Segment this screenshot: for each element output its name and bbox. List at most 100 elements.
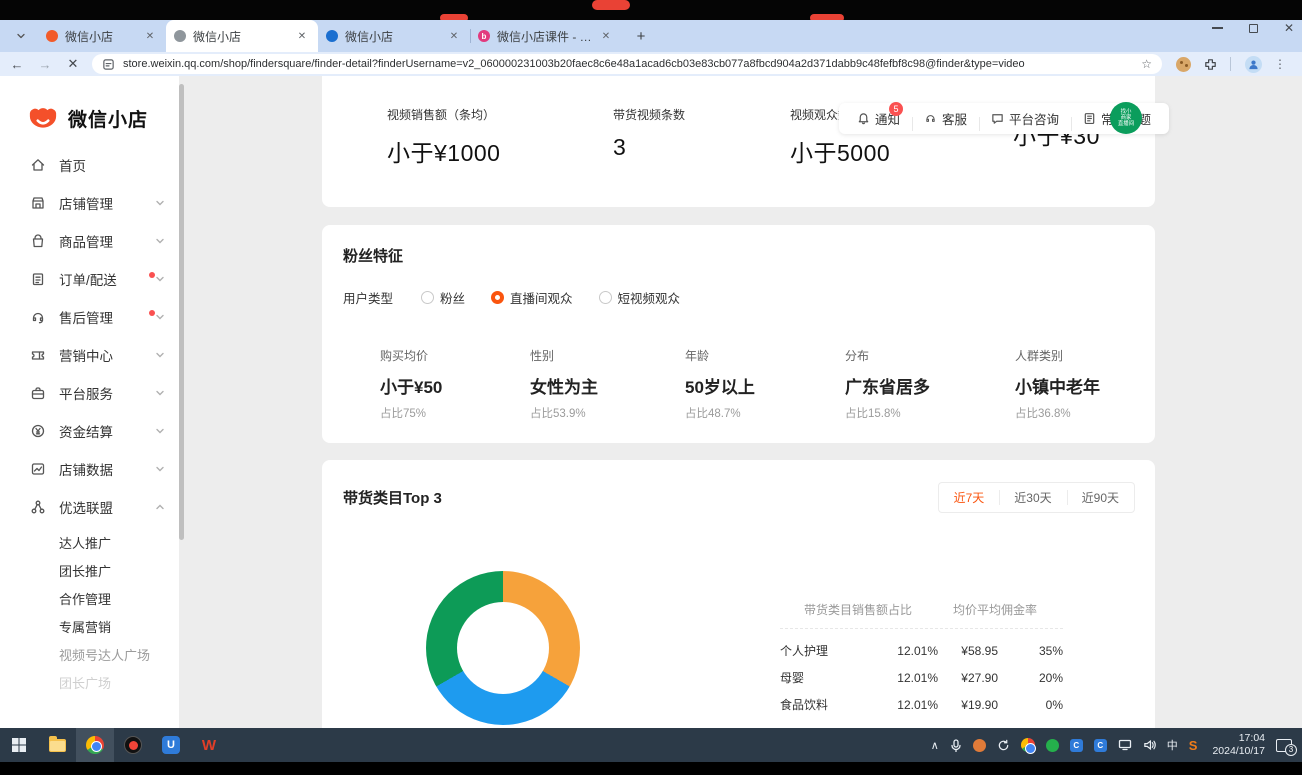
sidebar-subitem[interactable]: 团长广场	[0, 668, 179, 696]
video-stats-card: 视频销售额（条均） 小于¥1000 带货视频条数 3 视频观众数（条均） 小于5…	[322, 76, 1155, 207]
tab-title: 微信小店	[345, 28, 446, 45]
restore-button[interactable]	[1249, 24, 1258, 33]
table-row: 个人护理 12.01% ¥58.95 35%	[780, 637, 1063, 664]
sidebar-item-platform-service[interactable]: 平台服务	[0, 374, 179, 412]
sidebar-item-orders-delivery[interactable]: 订单/配送	[0, 260, 179, 298]
minimize-button[interactable]	[1212, 27, 1223, 29]
clock-time: 17:04	[1212, 732, 1265, 745]
stat-value: 3	[613, 134, 790, 161]
back-button[interactable]: ←	[6, 53, 28, 75]
tray-app-icon[interactable]	[973, 739, 986, 752]
network-nodes-icon	[30, 499, 46, 515]
wps-icon: W	[202, 737, 216, 754]
sogou-icon[interactable]: S	[1189, 738, 1198, 753]
store-logo-icon	[27, 104, 59, 132]
chevron-up-icon	[155, 502, 165, 512]
wps-button[interactable]: W	[190, 728, 228, 762]
profile-avatar[interactable]	[1245, 56, 1262, 73]
tab-close-icon[interactable]: ✕	[598, 28, 614, 44]
platform-consult-button[interactable]: 平台咨询	[979, 109, 1071, 128]
radio-icon[interactable]	[599, 291, 612, 304]
date-range-tab[interactable]: 近90天	[1067, 483, 1134, 512]
radio-label: 直播间观众	[510, 288, 573, 307]
sidebar-item-product-management[interactable]: 商品管理	[0, 222, 179, 260]
sidebar-item-aftersale[interactable]: 售后管理	[0, 298, 179, 336]
stat-value: 小于5000	[790, 134, 1013, 168]
headset-icon	[30, 309, 46, 325]
notification-center-icon[interactable]: 3	[1276, 739, 1292, 752]
stop-button[interactable]: ✕	[62, 53, 84, 75]
radio-icon[interactable]	[421, 291, 434, 304]
u-app-button[interactable]: U	[152, 728, 190, 762]
microphone-icon[interactable]	[950, 739, 962, 752]
bookmark-star-icon[interactable]: ☆	[1141, 57, 1152, 71]
sidebar-item-funds-settlement[interactable]: 资金结算	[0, 412, 179, 450]
wechat-icon[interactable]	[1046, 739, 1059, 752]
tab-search-button[interactable]	[8, 23, 34, 49]
sidebar-subitem[interactable]: 视频号达人广场	[0, 640, 179, 668]
screen: 微信小店 ✕ 微信小店 ✕ 微信小店 ✕ b 微信小店课件 - boardmix…	[0, 0, 1302, 775]
browser-tab[interactable]: 微信小店 ✕	[38, 20, 166, 52]
fans-stat-value: 小镇中老年	[1015, 373, 1100, 398]
site-info-icon[interactable]	[102, 58, 115, 71]
sidebar-item-shop-data[interactable]: 店铺数据	[0, 450, 179, 488]
tencent-app-icon[interactable]: C	[1094, 739, 1107, 752]
bell-icon	[857, 112, 870, 125]
tab-close-icon[interactable]: ✕	[446, 28, 462, 44]
window-top-strip	[0, 0, 1302, 20]
sidebar-subitem-label: 合作管理	[59, 589, 111, 608]
sidebar-subitem[interactable]: 合作管理	[0, 584, 179, 612]
browser-tab[interactable]: b 微信小店课件 - boardmix ✕	[470, 20, 622, 52]
browser-menu-icon[interactable]: ⋮	[1274, 57, 1286, 71]
date-range-tab[interactable]: 近30天	[999, 483, 1066, 512]
speaker-icon[interactable]	[1143, 739, 1156, 751]
sync-icon[interactable]	[997, 739, 1010, 752]
sidebar-subitem[interactable]: 达人推广	[0, 528, 179, 556]
tencent-app-icon[interactable]: C	[1070, 739, 1083, 752]
live-room-float-button[interactable]: 找小商家直播间	[1110, 102, 1142, 134]
sidebar-subitem[interactable]: 专属营销	[0, 612, 179, 640]
stat-value: 小于¥1000	[387, 134, 613, 168]
radio-option[interactable]: 直播间观众	[491, 288, 573, 307]
tray-expand-icon[interactable]: ∧	[931, 739, 939, 752]
cell-commission: 0%	[998, 698, 1063, 712]
browser-tab[interactable]: 微信小店 ✕	[166, 20, 318, 52]
extension-cookie-icon[interactable]	[1176, 57, 1191, 72]
start-button[interactable]	[0, 728, 38, 762]
bottom-strip	[0, 762, 1302, 775]
sidebar-item-marketing-center[interactable]: 营销中心	[0, 336, 179, 374]
taskbar-clock[interactable]: 17:04 2024/10/17	[1212, 732, 1265, 758]
home-icon	[30, 157, 46, 173]
new-tab-button[interactable]: +	[628, 23, 654, 49]
network-display-icon[interactable]	[1118, 739, 1132, 751]
customer-service-button[interactable]: 客服	[912, 109, 979, 128]
url-text[interactable]: store.weixin.qq.com/shop/findersquare/fi…	[123, 58, 1133, 70]
screen-recorder-button[interactable]	[114, 728, 152, 762]
notification-badge: 3	[1285, 744, 1297, 756]
chrome-taskbar-button[interactable]	[76, 728, 114, 762]
url-bar[interactable]: store.weixin.qq.com/shop/findersquare/fi…	[92, 54, 1162, 74]
file-explorer-button[interactable]	[38, 728, 76, 762]
sidebar-subitem[interactable]: 团长推广	[0, 556, 179, 584]
radio-option[interactable]: 粉丝	[421, 288, 465, 307]
date-range-tab[interactable]: 近7天	[939, 483, 1000, 512]
sidebar-scrollbar[interactable]	[179, 84, 184, 540]
tab-close-icon[interactable]: ✕	[142, 28, 158, 44]
sidebar-item-alliance[interactable]: 优选联盟	[0, 488, 179, 526]
chrome-tray-icon[interactable]	[1021, 738, 1035, 752]
notice-button[interactable]: 通知 5	[845, 109, 912, 128]
radio-icon[interactable]	[491, 291, 504, 304]
browser-tab[interactable]: 微信小店 ✕	[318, 20, 470, 52]
sidebar-item-home[interactable]: 首页	[0, 146, 179, 184]
categories-table-body: 个人护理 12.01% ¥58.95 35% 母婴 12.01% ¥27.90 …	[780, 637, 1063, 718]
sidebar-item-shop-management[interactable]: 店铺管理	[0, 184, 179, 222]
radio-option[interactable]: 短视频观众	[599, 288, 681, 307]
coin-icon	[30, 423, 46, 439]
ime-indicator[interactable]: 中	[1167, 737, 1178, 753]
system-tray: ∧ C C 中 S 17:04 2024/10/17 3	[931, 732, 1302, 758]
forward-button[interactable]: →	[34, 53, 56, 75]
extensions-puzzle-icon[interactable]	[1203, 57, 1218, 72]
close-button[interactable]: ✕	[1284, 22, 1294, 34]
app-logo[interactable]: 微信小店	[0, 76, 179, 132]
tab-close-icon[interactable]: ✕	[294, 28, 310, 44]
